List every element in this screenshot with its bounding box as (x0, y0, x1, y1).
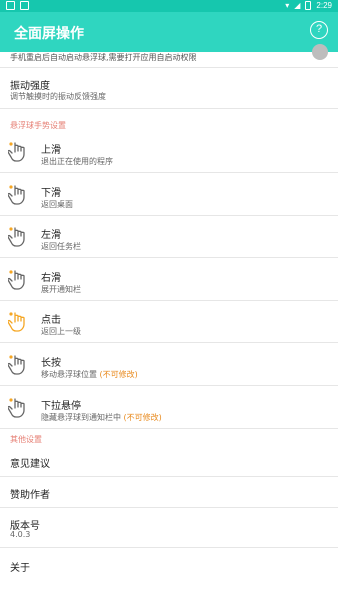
gesture-action: 退出正在使用的程序 (41, 157, 113, 166)
hand-gesture-icon (8, 227, 25, 247)
gesture-action: 返回上一级 (41, 327, 81, 337)
gesture-action: 展开通知栏 (41, 284, 81, 294)
gesture-title: 下滑 (41, 187, 61, 199)
hand-gesture-icon (8, 184, 25, 205)
status-time: 2:29 (316, 1, 332, 10)
hand-gesture-icon (8, 270, 25, 290)
hand-gesture-icon (8, 142, 25, 162)
feedback-label: 意见建议 (10, 459, 50, 470)
gesture-item-long-press[interactable]: 长按 移动悬浮球位置 (不可修改) (0, 344, 338, 386)
gesture-note: (不可修改) (99, 370, 138, 379)
gesture-item-swipe-left[interactable]: 左滑 返回任务栏 (0, 216, 338, 259)
about-label: 关于 (10, 563, 30, 574)
version-value: 4.0.3 (10, 530, 31, 539)
donate-label: 赞助作者 (10, 490, 50, 501)
status-bar: ▾ ◢ 2:29 (0, 0, 338, 12)
gesture-action: 隐藏悬浮球到通知栏中 (41, 412, 124, 422)
gesture-title: 长按 (41, 358, 61, 369)
app-bar: 全面屏操作 ? (0, 12, 338, 52)
version-item[interactable]: 版本号 4.0.3 (0, 508, 338, 548)
gesture-item-swipe-up[interactable]: 上滑 退出正在使用的程序 (0, 131, 338, 173)
vibration-title: 振动强度 (10, 81, 50, 92)
gesture-item-pull-down-hover[interactable]: 下拉悬停 隐藏悬浮球到通知栏中 (不可修改) (0, 387, 338, 429)
auto-start-pref[interactable]: 手机重启后自动启动悬浮球,需要打开应用自启动权限 (0, 44, 338, 68)
gesture-note: (不可修改) (123, 412, 162, 422)
gesture-action: 返回任务栏 (41, 242, 81, 252)
gesture-action: 移动悬浮球位置 (41, 370, 100, 379)
gesture-summary: 返回上一级 (41, 326, 81, 337)
about-item[interactable]: 关于 (0, 548, 338, 580)
gesture-action: 返回桌面 (41, 199, 73, 209)
wifi-icon: ▾ (285, 1, 290, 10)
gesture-section-header: 悬浮球手势设置 (10, 121, 66, 130)
vibration-summary: 调节触摸时的振动反馈强度 (10, 92, 106, 101)
image-notification-icon (6, 1, 15, 10)
gesture-summary: 退出正在使用的程序 (41, 156, 113, 167)
gesture-title: 下拉悬停 (41, 400, 81, 412)
help-icon[interactable]: ? (310, 21, 328, 39)
gesture-title: 左滑 (41, 230, 61, 242)
gesture-summary: 返回任务栏 (41, 241, 81, 252)
gesture-title: 点击 (41, 315, 61, 327)
gesture-title: 右滑 (41, 272, 61, 284)
feedback-item[interactable]: 意见建议 (0, 446, 338, 477)
hand-gesture-icon (8, 397, 25, 418)
auto-start-description: 手机重启后自动启动悬浮球,需要打开应用自启动权限 (10, 53, 197, 62)
hand-gesture-icon (8, 355, 25, 375)
gesture-summary: 返回桌面 (41, 199, 73, 210)
auto-start-toggle[interactable] (312, 44, 328, 60)
other-section-header: 其他设置 (10, 435, 42, 444)
gesture-item-swipe-down[interactable]: 下滑 返回桌面 (0, 174, 338, 216)
hand-gesture-icon (8, 312, 25, 333)
gesture-summary: 隐藏悬浮球到通知栏中 (不可修改) (41, 412, 162, 423)
gesture-item-swipe-right[interactable]: 右滑 展开通知栏 (0, 259, 338, 301)
gesture-summary: 展开通知栏 (41, 284, 81, 295)
vibration-pref[interactable]: 振动强度 调节触摸时的振动反馈强度 (0, 68, 338, 109)
signal-icon: ◢ (294, 1, 301, 10)
gesture-title: 上滑 (41, 145, 61, 156)
gesture-item-tap[interactable]: 点击 返回上一级 (0, 301, 338, 344)
close-notification-icon (20, 1, 29, 10)
page-title: 全面屏操作 (14, 26, 84, 42)
gesture-summary: 移动悬浮球位置 (不可修改) (41, 369, 138, 380)
donate-item[interactable]: 赞助作者 (0, 477, 338, 508)
battery-icon (305, 1, 312, 10)
